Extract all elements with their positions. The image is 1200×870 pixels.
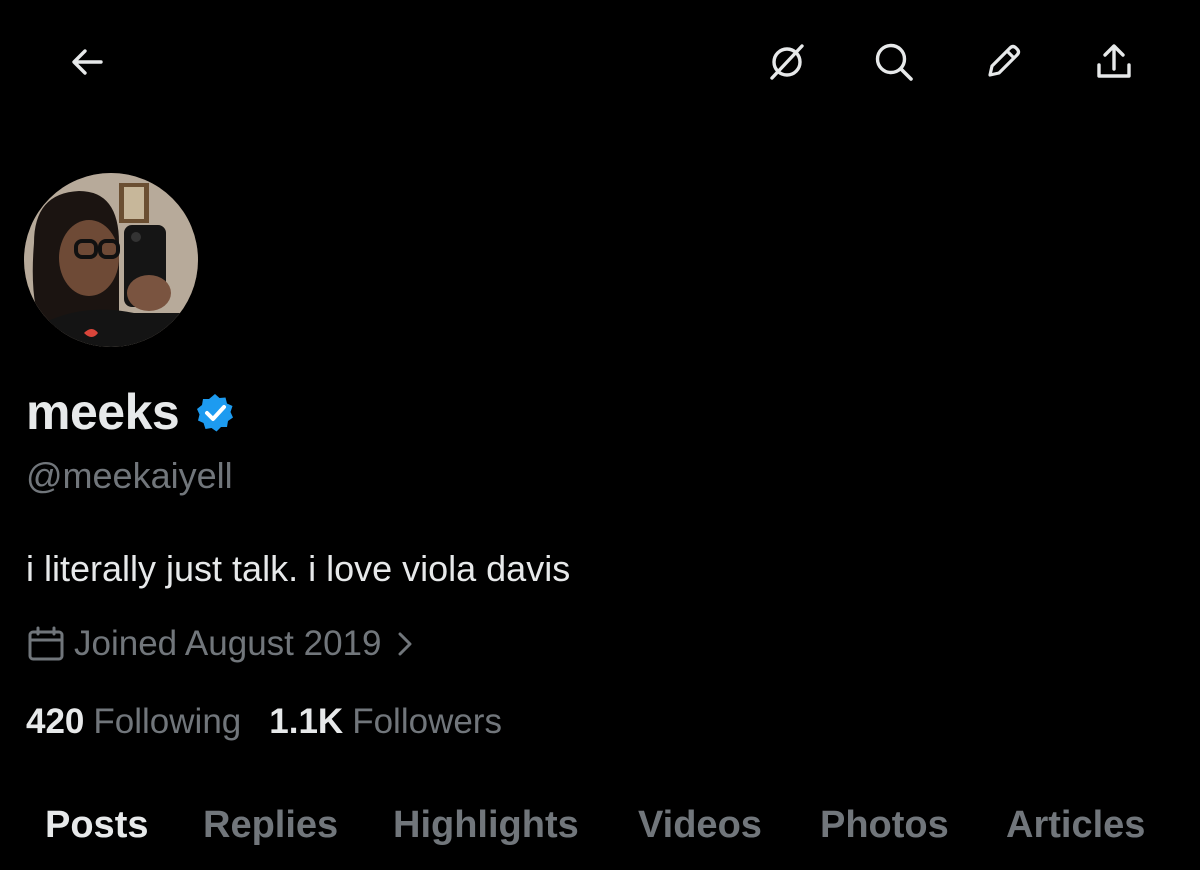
profile-handle: @meekaiyell — [26, 455, 233, 496]
profile-avatar[interactable] — [24, 173, 198, 347]
search-button[interactable] — [866, 34, 922, 90]
tab-posts[interactable]: Posts — [45, 795, 148, 855]
profile-bio: i literally just talk. i love viola davi… — [26, 548, 571, 589]
share-button[interactable] — [1086, 34, 1142, 90]
followers-link[interactable]: 1.1K Followers — [269, 702, 502, 742]
avatar-photo — [24, 173, 198, 347]
profile-tabs: Posts Replies Highlights Videos Photos A… — [0, 795, 1200, 855]
display-name-row: meeks — [26, 380, 237, 444]
tab-videos[interactable]: Videos — [638, 795, 762, 855]
edit-button[interactable] — [975, 34, 1031, 90]
followers-count: 1.1K — [269, 702, 344, 741]
joined-date-row[interactable]: Joined August 2019 — [26, 620, 415, 668]
arrow-left-icon — [72, 49, 103, 75]
joined-date-label: Joined August 2019 — [74, 624, 382, 663]
tab-replies[interactable]: Replies — [203, 795, 338, 855]
followers-label: Followers — [352, 702, 502, 741]
tab-photos[interactable]: Photos — [820, 795, 949, 855]
chevron-right-icon — [398, 632, 412, 656]
pencil-icon — [988, 44, 1021, 77]
tab-highlights[interactable]: Highlights — [393, 795, 579, 855]
follow-stats: 420 Following 1.1K Followers — [26, 698, 502, 746]
following-link[interactable]: 420 Following — [26, 702, 241, 742]
top-navigation-bar — [0, 0, 1200, 120]
display-name: meeks — [26, 384, 180, 440]
following-label: Following — [93, 702, 242, 741]
share-icon — [1097, 44, 1131, 78]
grok-icon — [770, 44, 804, 80]
calendar-icon — [28, 626, 64, 661]
verified-badge-icon — [197, 394, 234, 432]
back-button[interactable] — [59, 34, 115, 90]
following-count: 420 — [26, 702, 85, 741]
tab-articles[interactable]: Articles — [1006, 795, 1145, 855]
search-icon — [875, 43, 913, 81]
grok-button[interactable] — [759, 34, 815, 90]
